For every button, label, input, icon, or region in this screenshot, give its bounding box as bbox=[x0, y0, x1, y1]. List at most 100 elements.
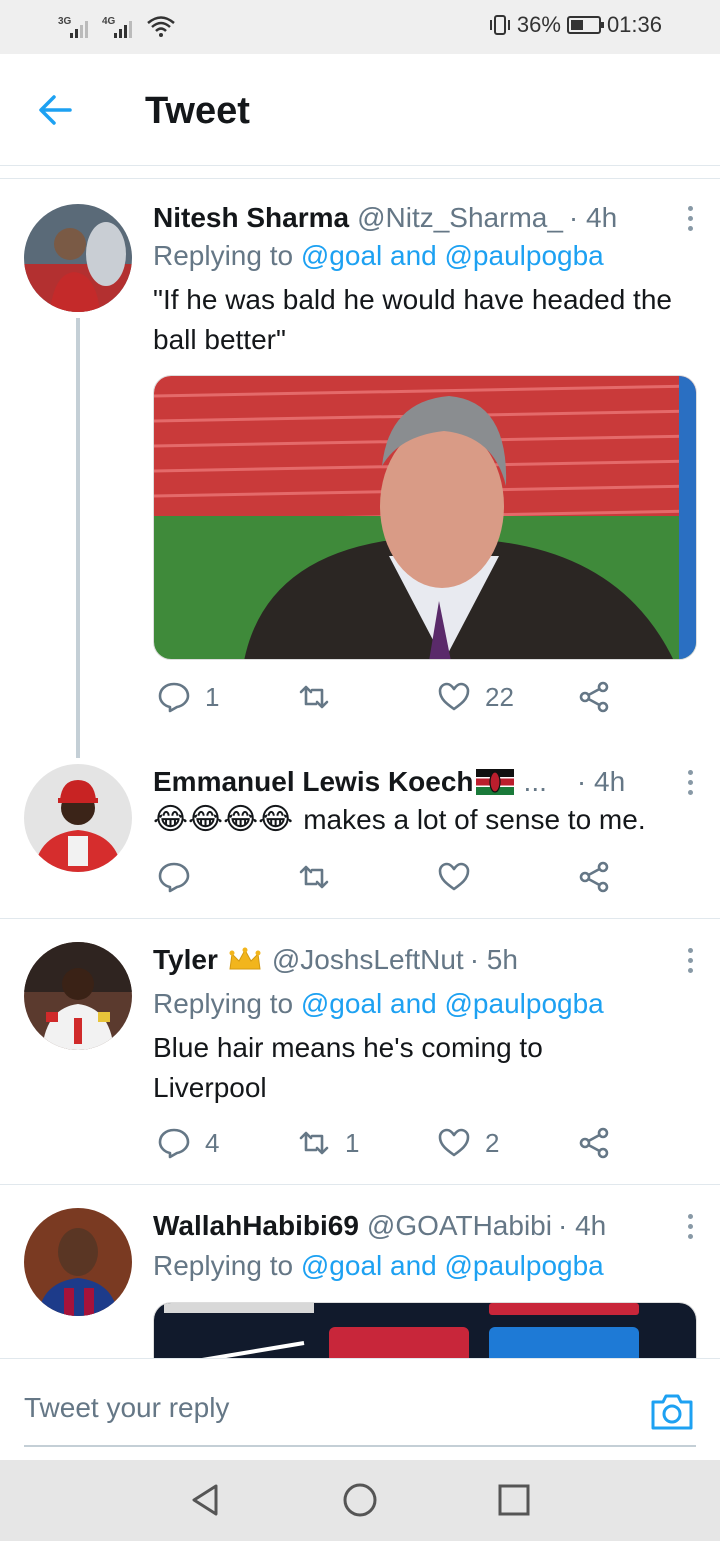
nav-recents-icon[interactable] bbox=[496, 1482, 532, 1518]
tweet-time: · 4h bbox=[557, 1210, 607, 1241]
tweet-body: WallahHabibi69 @GOATHabibi · 4h Replying… bbox=[153, 1208, 697, 1358]
avatar[interactable] bbox=[24, 204, 132, 312]
page-title: Tweet bbox=[145, 90, 250, 132]
like-icon bbox=[438, 1128, 470, 1157]
signal-3g-icon: 3G bbox=[58, 16, 96, 38]
tweet-meta: Nitesh Sharma @Nitz_Sharma_ · 4h bbox=[153, 200, 696, 236]
reply-input[interactable] bbox=[24, 1359, 696, 1447]
tweet-media-image[interactable] bbox=[153, 375, 697, 660]
tweet-time: · 4h bbox=[576, 766, 626, 797]
divider bbox=[0, 178, 720, 179]
emoji-laughing: 😂😂😂😂 bbox=[153, 803, 294, 836]
back-arrow-icon[interactable] bbox=[36, 92, 76, 128]
author-handle[interactable]: @Nitz_Sharma_ bbox=[357, 200, 563, 236]
author-name[interactable]: Nitesh Sharma bbox=[153, 200, 349, 236]
replying-to-users[interactable]: @goal and @paulpogba bbox=[301, 988, 604, 1019]
reply-bar bbox=[0, 1358, 720, 1460]
author-name[interactable]: Emmanuel Lewis Koech bbox=[153, 764, 474, 800]
like-button[interactable]: 22 bbox=[437, 680, 514, 714]
retweet-icon bbox=[299, 1131, 329, 1155]
tweet-wallahhabibi[interactable]: WallahHabibi69 @GOATHabibi · 4h Replying… bbox=[0, 1208, 720, 1358]
reply-count: 4 bbox=[205, 1127, 220, 1158]
tweet-actions bbox=[153, 860, 696, 900]
battery-percent: 36% bbox=[516, 12, 561, 37]
like-button[interactable] bbox=[437, 860, 471, 894]
like-button[interactable]: 2 bbox=[437, 1126, 499, 1160]
avatar[interactable] bbox=[24, 1208, 132, 1316]
wifi-icon bbox=[147, 16, 175, 37]
retweet-icon bbox=[299, 685, 329, 709]
share-button[interactable] bbox=[577, 1126, 611, 1160]
more-vertical-icon[interactable] bbox=[684, 1214, 696, 1242]
thread-line bbox=[76, 318, 80, 758]
retweet-button[interactable] bbox=[297, 860, 331, 894]
status-bar: 3G 4G 36% 01:36 bbox=[0, 0, 720, 54]
tweet-actions: 1 22 bbox=[153, 680, 696, 720]
more-vertical-icon[interactable] bbox=[684, 770, 696, 798]
reply-button[interactable]: 4 bbox=[157, 1126, 219, 1160]
header: Tweet bbox=[0, 54, 720, 166]
more-vertical-icon[interactable] bbox=[684, 206, 696, 234]
replying-to: Replying to @goal and @paulpogba bbox=[153, 984, 696, 1024]
reply-count: 1 bbox=[205, 681, 220, 712]
tweet-media-image[interactable] bbox=[153, 1302, 697, 1358]
more-vertical-icon[interactable] bbox=[684, 948, 696, 976]
share-icon bbox=[579, 681, 609, 713]
system-nav-bar bbox=[0, 1460, 720, 1541]
replying-to-users[interactable]: @goal and @paulpogba bbox=[301, 1250, 604, 1281]
battery-icon bbox=[566, 16, 604, 34]
like-icon bbox=[438, 862, 470, 891]
like-icon bbox=[438, 682, 470, 711]
reply-icon bbox=[158, 682, 190, 713]
retweet-icon bbox=[299, 865, 329, 889]
avatar[interactable] bbox=[24, 942, 132, 1050]
tweet-actions: 4 1 2 bbox=[153, 1126, 696, 1166]
avatar[interactable] bbox=[24, 764, 132, 872]
retweet-button[interactable] bbox=[297, 680, 345, 714]
nav-home-icon[interactable] bbox=[342, 1482, 378, 1518]
like-count: 22 bbox=[485, 681, 514, 712]
replying-to-prefix: Replying to bbox=[153, 240, 294, 271]
tweet-time: · 5h bbox=[469, 944, 518, 975]
like-count: 2 bbox=[485, 1127, 500, 1158]
divider bbox=[0, 1184, 720, 1185]
retweet-count: 1 bbox=[345, 1127, 360, 1158]
tweet-body: Emmanuel Lewis Koech ... · 4h 😂😂😂😂 makes… bbox=[153, 764, 696, 893]
signal-4g-icon: 4G bbox=[102, 16, 140, 38]
kenya-flag-icon bbox=[475, 769, 514, 795]
author-handle[interactable]: @GOATHabibi bbox=[367, 1208, 552, 1244]
replying-to-prefix: Replying to bbox=[153, 1250, 294, 1281]
divider bbox=[0, 918, 720, 919]
author-handle[interactable]: ... bbox=[524, 764, 547, 800]
tweet-meta: WallahHabibi69 @GOATHabibi · 4h bbox=[153, 1208, 696, 1244]
author-name[interactable]: WallahHabibi69 bbox=[153, 1208, 359, 1244]
tweet-text: Blue hair means he's coming to Liverpool bbox=[153, 1032, 543, 1103]
tweet-body: Nitesh Sharma @Nitz_Sharma_ · 4h Replyin… bbox=[153, 200, 697, 713]
retweet-button[interactable]: 1 bbox=[297, 1126, 359, 1160]
tweet-text: "If he was bald he would have headed the… bbox=[153, 284, 672, 355]
camera-icon[interactable] bbox=[650, 1391, 694, 1431]
reply-icon bbox=[158, 862, 190, 893]
replying-to-prefix: Replying to bbox=[153, 988, 294, 1019]
reply-icon bbox=[158, 1128, 190, 1159]
status-right: 36% 01:36 bbox=[489, 12, 662, 38]
share-icon bbox=[579, 1127, 609, 1159]
share-button[interactable] bbox=[577, 680, 611, 714]
reply-button[interactable]: 1 bbox=[157, 680, 219, 714]
tweet-text: makes a lot of sense to me. bbox=[303, 804, 646, 835]
author-name[interactable]: Tyler bbox=[153, 942, 218, 978]
vibrate-icon bbox=[489, 15, 510, 35]
tweet-meta: Emmanuel Lewis Koech ... · 4h bbox=[153, 764, 696, 800]
tweet-time: · 4h bbox=[568, 202, 618, 233]
crown-icon bbox=[229, 947, 261, 970]
reply-button[interactable] bbox=[157, 860, 191, 894]
tweet-text-row: 😂😂😂😂 makes a lot of sense to me. bbox=[153, 800, 696, 840]
replying-to-users[interactable]: @goal and @paulpogba bbox=[301, 240, 604, 271]
clock: 01:36 bbox=[606, 12, 662, 37]
share-icon bbox=[579, 861, 609, 893]
replying-to: Replying to @goal and @paulpogba bbox=[153, 1246, 696, 1286]
tweet-body: Tyler @JoshsLeftNut · 5h Replying to @go… bbox=[153, 942, 696, 1159]
nav-back-icon[interactable] bbox=[188, 1482, 224, 1518]
share-button[interactable] bbox=[577, 860, 611, 894]
author-handle[interactable]: @JoshsLeftNut bbox=[272, 942, 464, 978]
